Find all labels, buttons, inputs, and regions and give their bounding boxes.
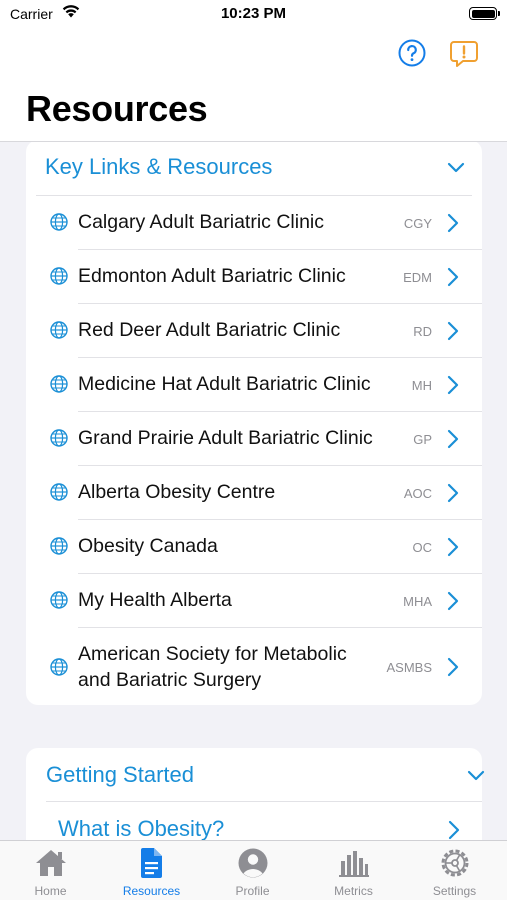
chevron-right-icon (447, 321, 459, 341)
globe-icon (50, 375, 68, 393)
list-item-what-is-obesity[interactable]: What is Obesity? (58, 804, 474, 840)
link-code: MH (411, 378, 432, 393)
tab-label: Profile (235, 884, 270, 898)
exclamation-bubble-icon[interactable] (448, 38, 480, 70)
link-item-edm[interactable]: Edmonton Adult Bariatric Clinic EDM (46, 250, 482, 304)
link-code: ASMBS (386, 660, 432, 675)
key-links-title: Key Links & Resources (45, 154, 273, 179)
tab-label: Home (34, 884, 67, 898)
link-label: Calgary Adult Bariatric Clinic (78, 211, 325, 233)
globe-icon (50, 429, 68, 447)
bar-chart-icon (338, 851, 369, 877)
tab-metrics[interactable]: Metrics (303, 841, 404, 900)
getting-started-title: Getting Started (46, 762, 194, 787)
list-item-label: What is Obesity? (58, 816, 225, 840)
globe-icon (50, 213, 68, 231)
globe-icon (50, 658, 68, 676)
tab-home[interactable]: Home (0, 841, 101, 900)
link-label: Alberta Obesity Centre (78, 481, 276, 503)
link-code: OC (412, 540, 433, 555)
chevron-right-icon (447, 213, 459, 233)
link-item-mh[interactable]: Medicine Hat Adult Bariatric Clinic MH (46, 358, 482, 412)
link-label: Red Deer Adult Bariatric Clinic (78, 319, 341, 341)
link-item-gp[interactable]: Grand Prairie Adult Bariatric Clinic GP (46, 412, 482, 466)
chevron-right-icon (447, 429, 459, 449)
tab-label: Metrics (334, 884, 373, 898)
link-code: GP (413, 432, 432, 447)
document-icon (140, 848, 162, 878)
tab-label: Resources (122, 884, 181, 898)
link-item-oc[interactable]: Obesity Canada OC (46, 520, 482, 574)
link-code: RD (413, 324, 432, 339)
scroll-content[interactable]: Key Links & Resources Calgary Adult Bari… (0, 142, 507, 840)
getting-started-card: Getting Started What is Obesity? (26, 748, 485, 840)
chevron-right-icon (447, 375, 459, 395)
tab-label: Settings (432, 884, 477, 898)
link-item-rd[interactable]: Red Deer Adult Bariatric Clinic RD (46, 304, 482, 358)
navigation-header: Resources (0, 30, 507, 142)
chevron-right-icon (447, 657, 459, 677)
link-item-mha[interactable]: My Health Alberta MHA (46, 574, 482, 628)
globe-icon (50, 537, 68, 555)
tab-profile[interactable]: Profile (202, 841, 303, 900)
chevron-down-icon (447, 162, 465, 173)
key-links-card: Key Links & Resources Calgary Adult Bari… (26, 142, 482, 705)
globe-icon (50, 591, 68, 609)
link-label: American Society for Metabolic and Baria… (78, 643, 347, 691)
tab-bar: Home Resources Profile Metrics Settings (0, 840, 507, 900)
globe-icon (50, 483, 68, 501)
house-icon (35, 850, 66, 876)
status-time: 10:23 PM (220, 5, 287, 22)
link-code: EDM (403, 270, 432, 285)
status-bar: Carrier 10:23 PM (0, 0, 507, 30)
link-code: CGY (403, 216, 432, 231)
chevron-right-icon (447, 537, 459, 557)
link-label: Obesity Canada (78, 535, 218, 557)
link-code: AOC (403, 486, 432, 501)
link-label: My Health Alberta (78, 589, 232, 611)
page-title: Resources (26, 88, 208, 129)
chevron-right-icon (447, 267, 459, 287)
link-label: Grand Prairie Adult Bariatric Clinic (78, 427, 373, 449)
chevron-right-icon (447, 591, 459, 611)
chevron-right-icon (448, 820, 460, 840)
gear-icon (441, 849, 468, 877)
link-code: MHA (403, 594, 432, 609)
question-circle-icon[interactable] (397, 38, 427, 68)
chevron-down-icon (467, 770, 485, 781)
tab-resources[interactable]: Resources (101, 841, 202, 900)
globe-icon (50, 321, 68, 339)
key-links-header[interactable]: Key Links & Resources (36, 142, 472, 196)
getting-started-header[interactable]: Getting Started (46, 748, 485, 802)
link-item-cgy[interactable]: Calgary Adult Bariatric Clinic CGY (46, 196, 482, 250)
globe-icon (50, 267, 68, 285)
tab-settings[interactable]: Settings (404, 841, 505, 900)
link-item-aoc[interactable]: Alberta Obesity Centre AOC (46, 466, 482, 520)
link-label: Edmonton Adult Bariatric Clinic (78, 265, 346, 287)
person-circle-icon (238, 848, 267, 878)
chevron-right-icon (447, 483, 459, 503)
link-label: Medicine Hat Adult Bariatric Clinic (78, 373, 371, 395)
link-item-asmbs[interactable]: American Society for Metabolic and Baria… (46, 628, 482, 706)
battery-icon (469, 7, 500, 20)
